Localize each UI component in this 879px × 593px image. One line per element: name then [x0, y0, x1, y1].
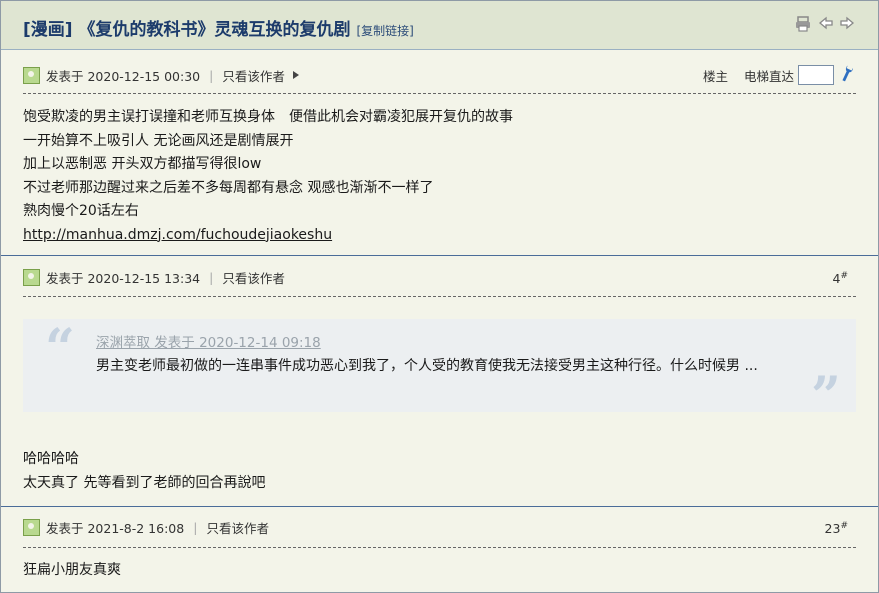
thread-title: [漫画] 《复仇的教科书》灵魂互换的复仇剧 [复制链接]: [23, 15, 414, 40]
online-status-icon: [23, 66, 40, 84]
post-body: 哈哈哈哈 太天真了 先等看到了老師的回合再說吧: [23, 448, 265, 495]
post-meta: 发表于 2020-12-15 13:34 | 只看该作者: [23, 267, 285, 287]
post-line: 熟肉慢个20话左右: [23, 203, 139, 219]
floor-number[interactable]: 4#: [833, 271, 849, 286]
online-status-icon: [23, 518, 40, 536]
floor-hash: #: [840, 271, 848, 281]
post-date: 发表于 2020-12-15 00:30: [46, 68, 201, 84]
post-line: 太天真了 先等看到了老師的回合再說吧: [23, 474, 266, 491]
post-line: 不过老师那边醒过来之后差不多每周都有悬念 观感也渐渐不一样了: [23, 179, 434, 196]
post-line: 哈哈哈哈: [23, 451, 79, 467]
quote-text: 男主变老师最初做的一连串事件成功恶心到我了，个人受的教育使我无法接受男主这种行径…: [96, 358, 758, 374]
wrench-icon[interactable]: [837, 63, 859, 87]
dashed-divider: [23, 93, 856, 94]
post-line: 一开始算不上吸引人 无论画风还是剧情展开: [23, 132, 294, 149]
floor-number[interactable]: 23#: [825, 521, 848, 536]
divider: |: [193, 519, 198, 535]
post-body: 饱受欺凌的男主误打误撞和老师互换身体 便借此机会对霸凌犯展开复仇的故事 一开始算…: [23, 106, 513, 247]
jump-label: 电梯直达: [743, 68, 794, 84]
floor-hash: #: [840, 521, 848, 531]
post-line: 加上以恶制恶 开头双方都描写得很low: [23, 156, 262, 172]
post-line: 饱受欺凌的男主误打误撞和老师互换身体 便借此机会对霸凌犯展开复仇的故事: [23, 109, 513, 125]
post-meta: 发表于 2021-8-2 16:08 | 只看该作者: [23, 517, 269, 537]
post-line: 狂扁小朋友真爽: [23, 562, 121, 578]
quote-header[interactable]: 深渊萃取 发表于 2020-12-14 09:18: [96, 331, 321, 351]
op-controls: 楼主 电梯直达: [703, 65, 856, 85]
open-quote-icon: “: [45, 318, 75, 379]
post-separator: [1, 506, 878, 507]
post-meta: 发表于 2020-12-15 00:30 | 只看该作者: [23, 65, 299, 85]
post-body: 狂扁小朋友真爽: [23, 559, 121, 583]
post-separator: [1, 255, 878, 256]
post-date: 发表于 2020-12-15 13:34: [46, 270, 201, 286]
dashed-divider: [23, 296, 856, 297]
online-status-icon: [23, 268, 40, 286]
forum-thread-frame: [漫画] 《复仇的教科书》灵魂互换的复仇剧 [复制链接] 发表于 2020-12-…: [0, 0, 879, 593]
prev-arrow-icon[interactable]: [817, 15, 835, 33]
divider: |: [209, 67, 214, 83]
copy-link-button[interactable]: [复制链接]: [356, 24, 413, 38]
floor-label: 楼主: [702, 68, 728, 84]
author-only-link[interactable]: 只看该作者: [222, 268, 285, 287]
play-icon[interactable]: [292, 71, 299, 79]
post-link[interactable]: http://manhua.dmzj.com/fuchoudejiaokeshu: [23, 227, 332, 243]
floor-number-value: 23: [824, 521, 841, 537]
next-arrow-icon[interactable]: [838, 15, 856, 33]
print-icon[interactable]: [794, 15, 812, 33]
quote-block: “ ” 深渊萃取 发表于 2020-12-14 09:18 男主变老师最初做的一…: [23, 318, 856, 423]
close-quote-icon: ”: [811, 366, 841, 427]
dashed-divider: [23, 547, 856, 548]
author-only-link[interactable]: 只看该作者: [222, 66, 285, 85]
divider: |: [209, 269, 214, 285]
post-date: 发表于 2021-8-2 16:08: [46, 520, 185, 536]
thread-title-text: [漫画] 《复仇的教科书》灵魂互换的复仇剧: [23, 20, 351, 40]
thread-header: [漫画] 《复仇的教科书》灵魂互换的复仇剧 [复制链接]: [1, 1, 878, 50]
author-only-link[interactable]: 只看该作者: [206, 518, 269, 537]
jump-floor-input[interactable]: [798, 65, 834, 85]
